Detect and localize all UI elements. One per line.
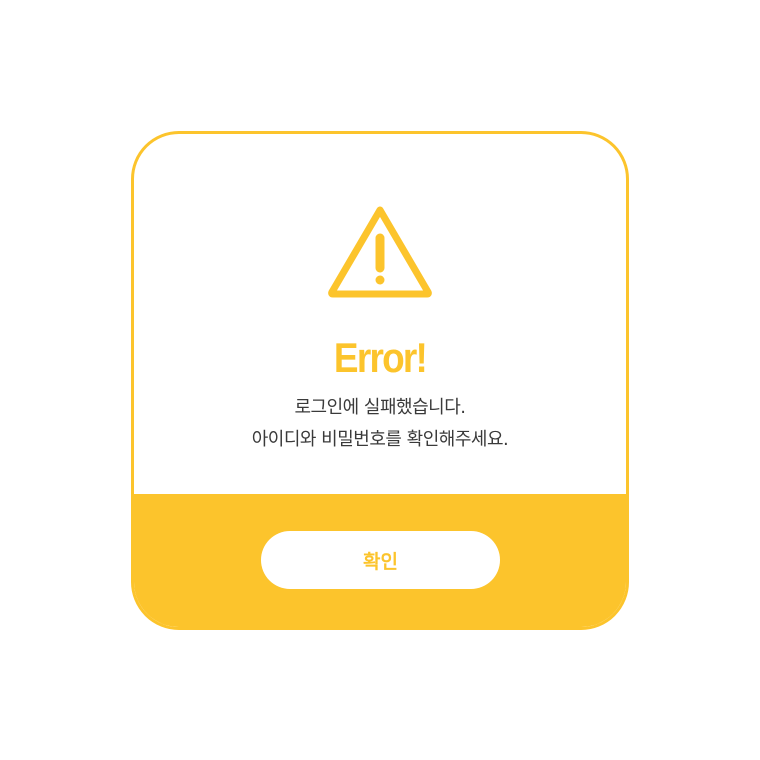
message-line-1: 로그인에 실패했습니다. [294, 397, 466, 418]
dialog-message: 로그인에 실패했습니다. 아이디와 비밀번호를 확인해주세요. [134, 392, 626, 456]
confirm-button[interactable]: 확인 [261, 531, 500, 589]
dialog-footer: 확인 [134, 494, 626, 627]
message-line-2: 아이디와 비밀번호를 확인해주세요. [251, 429, 509, 450]
icon-container [134, 204, 626, 300]
dialog-title: Error! [333, 334, 428, 381]
error-dialog: Error! 로그인에 실패했습니다. 아이디와 비밀번호를 확인해주세요. 확… [131, 131, 629, 630]
warning-triangle-icon [328, 206, 432, 298]
